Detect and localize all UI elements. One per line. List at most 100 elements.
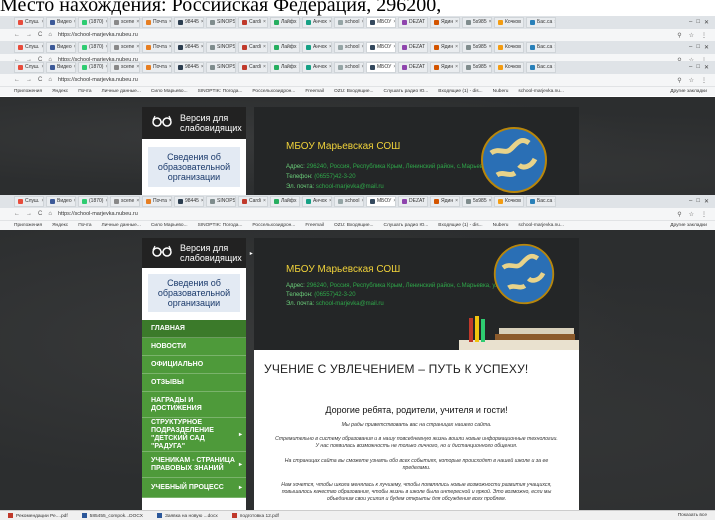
- menu-icon[interactable]: ⋮: [701, 77, 707, 84]
- bookmark-item[interactable]: Яндекс: [52, 89, 68, 94]
- home-icon[interactable]: ⌂: [48, 77, 52, 83]
- close-icon[interactable]: ×: [361, 18, 363, 27]
- browser-tab[interactable]: scene ×: [110, 17, 140, 28]
- close-icon[interactable]: ×: [169, 18, 171, 27]
- close-icon[interactable]: ×: [41, 43, 43, 52]
- close-icon[interactable]: ×: [329, 18, 331, 27]
- bookmark-item[interactable]: Nuberu: [493, 223, 509, 228]
- close-icon[interactable]: ×: [329, 43, 331, 52]
- browser-tab[interactable]: SINOPS×: [206, 17, 236, 28]
- browser-tab[interactable]: SINOPS×: [206, 196, 236, 207]
- browser-tab[interactable]: Почта ×: [142, 42, 172, 53]
- browser-tab[interactable]: school×: [334, 42, 364, 53]
- maximize-icon[interactable]: □: [696, 44, 700, 51]
- close-icon[interactable]: ×: [455, 18, 458, 27]
- forward-icon[interactable]: →: [26, 77, 32, 83]
- close-icon[interactable]: ×: [489, 43, 491, 52]
- forward-icon[interactable]: →: [26, 32, 32, 38]
- close-icon[interactable]: ×: [393, 43, 395, 52]
- browser-tab[interactable]: Анчох ×: [302, 42, 332, 53]
- window-controls[interactable]: – □ ✕: [689, 44, 715, 51]
- browser-tab[interactable]: Слуш.×: [14, 62, 44, 73]
- close-icon[interactable]: ×: [329, 63, 331, 72]
- close-icon[interactable]: ×: [105, 197, 107, 206]
- close-icon[interactable]: ×: [169, 63, 171, 72]
- browser-tab[interactable]: Слуш.×: [14, 196, 44, 207]
- close-icon[interactable]: ×: [361, 197, 363, 206]
- browser-tab[interactable]: SINOPS×: [206, 42, 236, 53]
- close-icon[interactable]: ×: [298, 18, 299, 27]
- download-item[interactable]: Рекомендации Ре....pdf: [8, 512, 68, 518]
- browser-tab[interactable]: Лайфх×: [270, 62, 300, 73]
- close-window-icon[interactable]: ✕: [704, 19, 709, 26]
- browser-tab[interactable]: 98445 ×: [174, 196, 204, 207]
- close-icon[interactable]: ×: [393, 63, 395, 72]
- visually-impaired-button[interactable]: Версия для слабовидящих: [142, 107, 246, 139]
- browser-tab[interactable]: DEZAT×: [398, 62, 428, 73]
- bookmark-item[interactable]: Почта: [78, 223, 91, 228]
- close-icon[interactable]: ×: [489, 63, 491, 72]
- browser-tab[interactable]: Видео×: [46, 62, 76, 73]
- bookmark-item[interactable]: SINOPTIK: Погода...: [198, 89, 243, 94]
- browser-tab[interactable]: Cardi ×: [238, 62, 268, 73]
- close-icon[interactable]: ×: [169, 43, 171, 52]
- star-icon[interactable]: ☆: [689, 77, 694, 84]
- close-icon[interactable]: ×: [523, 197, 524, 206]
- close-icon[interactable]: ×: [455, 197, 458, 206]
- close-icon[interactable]: ×: [136, 18, 139, 27]
- bookmark-item[interactable]: Слушать радио Ю...: [384, 89, 429, 94]
- browser-tab[interactable]: Бас.са×: [526, 17, 556, 28]
- reload-icon[interactable]: C: [38, 77, 42, 83]
- browser-tab[interactable]: (1870)×: [78, 62, 108, 73]
- browser-tab[interactable]: Слуш.×: [14, 17, 44, 28]
- address-bar[interactable]: ← → C ⌂ https://school-marjevka.nubeu.ru…: [0, 208, 715, 220]
- browser-tab[interactable]: 5s985 ×: [462, 17, 492, 28]
- bookmark-item[interactable]: school-marjevka.nu...: [518, 223, 564, 228]
- download-item[interactable]: подготовка 12.pdf: [231, 512, 279, 518]
- address-bar[interactable]: ← → C ⌂ https://school-marjevka.nubeu.ru…: [0, 74, 715, 86]
- close-icon[interactable]: ×: [329, 197, 331, 206]
- close-icon[interactable]: ×: [201, 18, 203, 27]
- menu-item[interactable]: Ученикам - страница правовых знаний ▸: [142, 452, 246, 478]
- bookmark-item[interactable]: Freemail: [305, 223, 324, 228]
- browser-tab[interactable]: DEZAT×: [398, 196, 428, 207]
- close-icon[interactable]: ×: [427, 43, 428, 52]
- close-icon[interactable]: ×: [361, 63, 363, 72]
- browser-tab[interactable]: МБОУ ×: [366, 17, 396, 28]
- service-info-link[interactable]: Сведения об образовательной организации: [148, 147, 240, 187]
- visually-impaired-button[interactable]: Версия для слабовидящих ▸: [142, 238, 253, 268]
- minimize-icon[interactable]: –: [689, 19, 692, 26]
- bookmark-item[interactable]: school-marjevka.nu...: [518, 89, 564, 94]
- close-icon[interactable]: ×: [393, 197, 395, 206]
- close-icon[interactable]: ×: [455, 63, 458, 72]
- close-icon[interactable]: ×: [427, 18, 428, 27]
- browser-tab[interactable]: 5s985 ×: [462, 42, 492, 53]
- close-icon[interactable]: ×: [427, 197, 428, 206]
- close-icon[interactable]: ×: [523, 43, 524, 52]
- browser-tab[interactable]: 98445 ×: [174, 62, 204, 73]
- close-icon[interactable]: ×: [554, 18, 555, 27]
- browser-tab[interactable]: Бас.са×: [526, 42, 556, 53]
- close-icon[interactable]: ×: [298, 63, 299, 72]
- close-icon[interactable]: ×: [136, 43, 139, 52]
- bookmark-item[interactable]: OZU: Входящие...: [334, 223, 374, 228]
- bookmark-item[interactable]: Личные данные...: [102, 89, 141, 94]
- close-window-icon[interactable]: ✕: [704, 64, 709, 71]
- window-controls[interactable]: – □ ✕: [689, 19, 715, 26]
- home-icon[interactable]: ⌂: [48, 211, 52, 217]
- browser-tab[interactable]: Cardi ×: [238, 17, 268, 28]
- maximize-icon[interactable]: □: [696, 64, 700, 71]
- close-icon[interactable]: ×: [74, 63, 75, 72]
- bookmark-item[interactable]: SINOPTIK: Погода...: [198, 223, 243, 228]
- url-text[interactable]: https://school-marjevka.nubeu.ru: [58, 77, 138, 83]
- close-icon[interactable]: ×: [41, 63, 43, 72]
- window-controls[interactable]: – □ ✕: [689, 64, 715, 71]
- close-icon[interactable]: ×: [201, 43, 203, 52]
- close-icon[interactable]: ×: [136, 63, 139, 72]
- menu-item[interactable]: Учебный процесс ▸: [142, 478, 246, 498]
- browser-tab[interactable]: Лайфх×: [270, 196, 300, 207]
- close-icon[interactable]: ×: [74, 43, 75, 52]
- browser-tab[interactable]: МБОУ ×: [366, 42, 396, 53]
- browser-tab[interactable]: Почта ×: [142, 62, 172, 73]
- close-icon[interactable]: ×: [427, 63, 428, 72]
